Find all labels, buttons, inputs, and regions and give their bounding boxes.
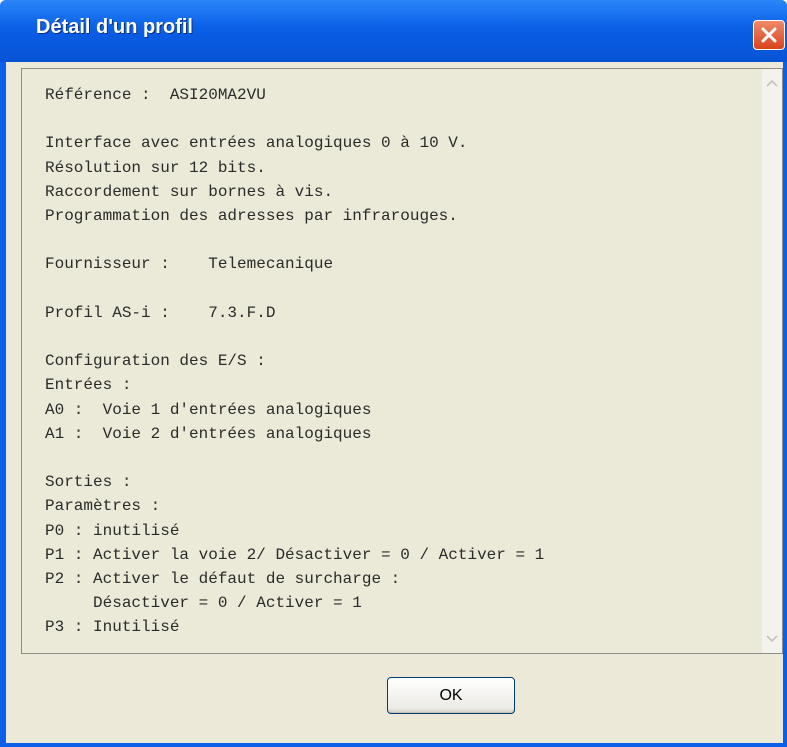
dialog-title: Détail d'un profil (36, 16, 193, 38)
vertical-scrollbar[interactable] (762, 69, 782, 653)
ok-button[interactable]: OK (387, 677, 515, 714)
title-bar[interactable]: Détail d'un profil (0, 0, 787, 62)
scroll-down-button[interactable] (764, 631, 780, 647)
scroll-up-button[interactable] (764, 75, 780, 91)
dialog-window: Détail d'un profil Référence : ASI20MA2V… (0, 0, 787, 747)
chevron-up-icon (766, 79, 778, 87)
dialog-body: Référence : ASI20MA2VU Interface avec en… (6, 62, 783, 743)
close-icon (761, 27, 777, 43)
chevron-down-icon (766, 635, 778, 643)
close-button[interactable] (753, 20, 785, 50)
profile-detail-text: Référence : ASI20MA2VU Interface avec en… (45, 86, 545, 637)
profile-detail-textbox[interactable]: Référence : ASI20MA2VU Interface avec en… (21, 68, 783, 654)
